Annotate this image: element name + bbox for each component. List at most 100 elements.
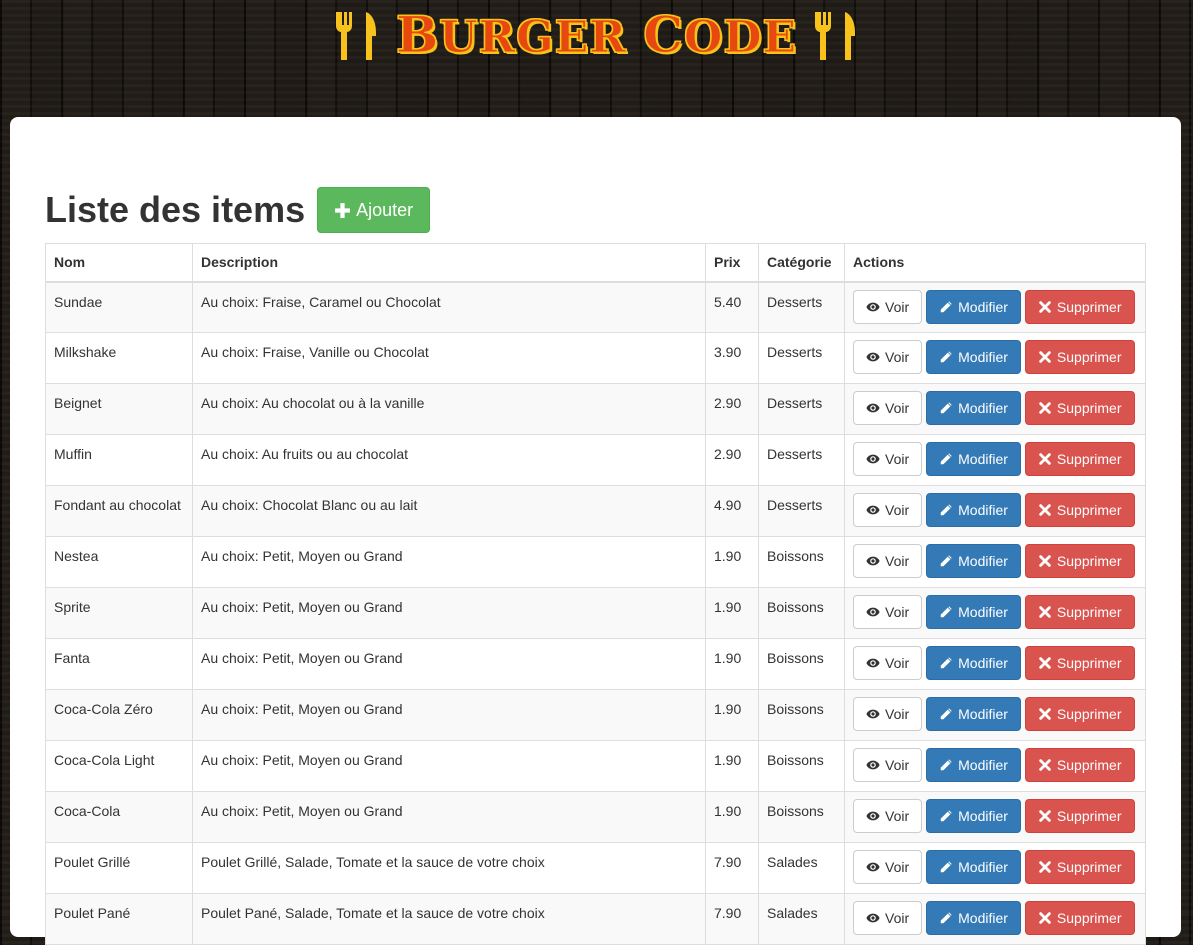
delete-label: Supprimer — [1056, 859, 1122, 875]
view-button[interactable]: Voir — [853, 493, 923, 527]
eye-icon — [866, 454, 880, 464]
view-button[interactable]: Voir — [853, 544, 923, 578]
eye-icon — [866, 403, 880, 413]
view-button[interactable]: Voir — [853, 748, 923, 782]
cell-name: Fanta — [45, 638, 193, 690]
edit-button[interactable]: Modifier — [926, 544, 1021, 578]
eye-icon — [866, 607, 880, 617]
row-actions: Voir Modifier Supprimer — [853, 748, 1141, 782]
cell-category: Desserts — [758, 332, 845, 384]
view-button[interactable]: Voir — [853, 850, 923, 884]
view-button[interactable]: Voir — [853, 340, 923, 374]
table-row: Poulet Grillé Poulet Grillé, Salade, Toma… — [45, 842, 1146, 894]
view-button[interactable]: Voir — [853, 289, 923, 324]
cell-price: 1.90 — [705, 638, 759, 690]
view-button[interactable]: Voir — [853, 595, 923, 629]
edit-label: Modifier — [958, 706, 1008, 722]
cell-category: Salades — [758, 842, 845, 894]
edit-button[interactable]: Modifier — [926, 901, 1021, 935]
edit-button[interactable]: Modifier — [926, 391, 1021, 425]
eye-icon — [866, 658, 880, 668]
eye-icon — [866, 862, 880, 872]
edit-button[interactable]: Modifier — [926, 748, 1021, 782]
cell-category: Desserts — [758, 281, 845, 333]
cell-category: Boissons — [758, 587, 845, 639]
cell-name: Coca-Cola Zéro — [45, 689, 193, 741]
column-header-description: Description — [192, 243, 706, 283]
delete-button[interactable]: Supprimer — [1024, 340, 1135, 374]
delete-button[interactable]: Supprimer — [1024, 748, 1135, 782]
column-header-price: Prix — [705, 243, 759, 283]
cell-description: Au choix: Petit, Moyen ou Grand — [192, 791, 706, 843]
remove-icon — [1039, 810, 1051, 822]
cell-category: Desserts — [758, 434, 845, 486]
add-item-button[interactable]: Ajouter — [317, 187, 431, 233]
edit-button[interactable]: Modifier — [926, 340, 1021, 374]
view-label: Voir — [885, 757, 910, 773]
cell-description: Au choix: Petit, Moyen ou Grand — [192, 638, 706, 690]
delete-label: Supprimer — [1056, 400, 1122, 416]
pencil-icon — [940, 606, 952, 618]
edit-button[interactable]: Modifier — [926, 442, 1021, 476]
cell-name: Sprite — [45, 587, 193, 639]
cell-actions: Voir Modifier Supprimer — [844, 689, 1146, 741]
cell-price: 2.90 — [705, 434, 759, 486]
remove-icon — [1039, 555, 1051, 567]
edit-label: Modifier — [958, 604, 1008, 620]
cell-actions: Voir Modifier Supprimer — [844, 383, 1146, 435]
column-header-actions: Actions — [844, 243, 1146, 283]
edit-button[interactable]: Modifier — [926, 697, 1021, 731]
delete-button[interactable]: Supprimer — [1024, 850, 1135, 884]
view-label: Voir — [885, 553, 910, 569]
edit-button[interactable]: Modifier — [926, 850, 1021, 884]
cell-name: Nestea — [45, 536, 193, 588]
delete-label: Supprimer — [1056, 808, 1122, 824]
view-label: Voir — [885, 604, 910, 620]
cell-name: Coca-Cola — [45, 791, 193, 843]
cell-description: Poulet Pané, Salade, Tomate et la sauce … — [192, 893, 706, 945]
edit-label: Modifier — [958, 451, 1008, 467]
delete-button[interactable]: Supprimer — [1024, 544, 1135, 578]
table-row: Milkshake Au choix: Fraise, Vanille ou Ch… — [45, 332, 1146, 384]
edit-button[interactable]: Modifier — [926, 493, 1021, 527]
delete-button[interactable]: Supprimer — [1024, 595, 1135, 629]
pencil-icon — [940, 810, 952, 822]
delete-button[interactable]: Supprimer — [1024, 901, 1135, 935]
view-button[interactable]: Voir — [853, 391, 923, 425]
cell-price: 5.40 — [705, 281, 759, 333]
remove-icon — [1039, 402, 1051, 414]
row-actions: Voir Modifier Supprimer — [853, 799, 1141, 833]
delete-button[interactable]: Supprimer — [1024, 289, 1135, 324]
delete-button[interactable]: Supprimer — [1024, 646, 1135, 680]
delete-button[interactable]: Supprimer — [1024, 391, 1135, 425]
edit-label: Modifier — [958, 553, 1008, 569]
pencil-icon — [940, 300, 952, 312]
delete-label: Supprimer — [1056, 451, 1122, 467]
cell-description: Au choix: Petit, Moyen ou Grand — [192, 740, 706, 792]
view-button[interactable]: Voir — [853, 901, 923, 935]
view-button[interactable]: Voir — [853, 799, 923, 833]
cell-price: 1.90 — [705, 689, 759, 741]
edit-button[interactable]: Modifier — [926, 799, 1021, 833]
delete-button[interactable]: Supprimer — [1024, 697, 1135, 731]
table-row: Muffin Au choix: Au fruits ou au chocolat… — [45, 434, 1146, 486]
delete-button[interactable]: Supprimer — [1024, 442, 1135, 476]
cell-description: Au choix: Petit, Moyen ou Grand — [192, 587, 706, 639]
edit-button[interactable]: Modifier — [926, 646, 1021, 680]
pencil-icon — [940, 453, 952, 465]
pencil-icon — [940, 657, 952, 669]
pencil-icon — [940, 759, 952, 771]
cell-description: Au choix: Au fruits ou au chocolat — [192, 434, 706, 486]
cell-name: Coca-Cola Light — [45, 740, 193, 792]
row-actions: Voir Modifier Supprimer — [853, 442, 1141, 476]
cell-description: Au choix: Petit, Moyen ou Grand — [192, 689, 706, 741]
view-button[interactable]: Voir — [853, 697, 923, 731]
view-button[interactable]: Voir — [853, 646, 923, 680]
table-body: Sundae Au choix: Fraise, Caramel ou Choco… — [45, 281, 1146, 945]
view-button[interactable]: Voir — [853, 442, 923, 476]
edit-button[interactable]: Modifier — [926, 595, 1021, 629]
edit-button[interactable]: Modifier — [926, 289, 1021, 324]
delete-button[interactable]: Supprimer — [1024, 493, 1135, 527]
eye-icon — [866, 352, 880, 362]
delete-button[interactable]: Supprimer — [1024, 799, 1135, 833]
